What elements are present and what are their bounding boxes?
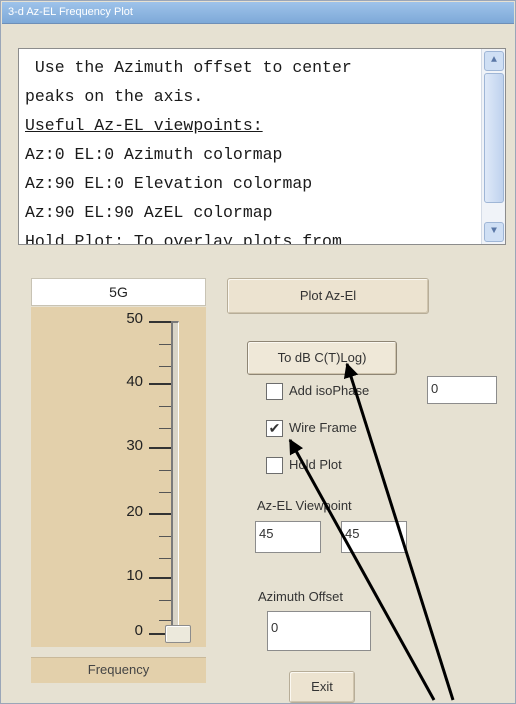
annotation-arrow <box>343 362 455 701</box>
annotation-arrows <box>288 362 455 701</box>
